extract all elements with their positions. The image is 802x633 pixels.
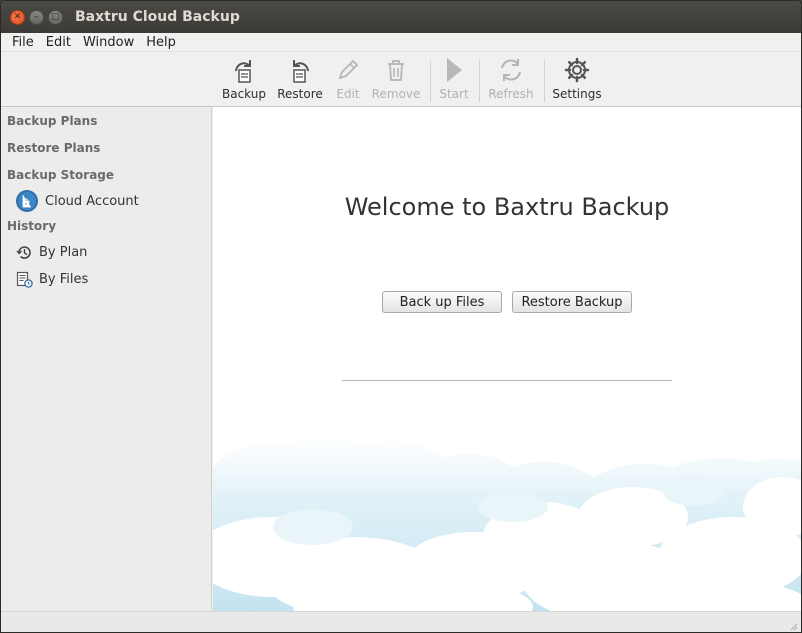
resize-grip-icon[interactable] (788, 621, 798, 631)
cloud-account-icon (15, 189, 39, 213)
play-icon (440, 56, 468, 84)
toolbar: Backup Restore Edit Remove Start Refresh… (1, 52, 801, 107)
remove-label: Remove (371, 87, 421, 101)
welcome-panel: Welcome to Baxtru Backup Back up Files R… (213, 107, 801, 611)
restore-icon (286, 56, 314, 84)
title-bar[interactable]: ✕ – ▢ Baxtru Cloud Backup (1, 1, 801, 33)
sidebar-item-history[interactable]: History (7, 219, 56, 233)
minimize-icon: – (34, 12, 39, 22)
close-window-button[interactable]: ✕ (10, 10, 25, 25)
sidebar-item-by-plan[interactable]: By Plan (16, 244, 87, 261)
toolbar-separator (430, 60, 431, 102)
sidebar-item-backup-plans[interactable]: Backup Plans (7, 114, 97, 128)
settings-button[interactable]: Settings (552, 56, 602, 101)
sidebar-item-restore-plans[interactable]: Restore Plans (7, 141, 100, 155)
sidebar: Backup Plans Restore Plans Backup Storag… (1, 107, 212, 611)
status-bar (1, 611, 801, 632)
toolbar-separator (544, 60, 545, 102)
refresh-button[interactable]: Refresh (487, 56, 535, 101)
menu-window[interactable]: Window (77, 35, 140, 50)
maximize-icon: ▢ (51, 12, 60, 22)
gear-icon (563, 56, 591, 84)
settings-label: Settings (552, 87, 602, 101)
start-label: Start (439, 87, 469, 101)
start-button[interactable]: Start (438, 56, 470, 101)
divider (342, 380, 672, 381)
restore-backup-button[interactable]: Restore Backup (512, 291, 632, 313)
menu-help[interactable]: Help (140, 35, 182, 50)
sidebar-item-backup-storage[interactable]: Backup Storage (7, 168, 114, 182)
maximize-window-button[interactable]: ▢ (48, 10, 63, 25)
menu-file[interactable]: File (6, 35, 40, 50)
clouds-illustration (213, 436, 801, 611)
by-plan-label: By Plan (39, 245, 88, 260)
restore-button[interactable]: Restore (277, 56, 323, 101)
remove-button[interactable]: Remove (372, 56, 420, 101)
menu-bar: File Edit Window Help (1, 33, 801, 52)
history-clock-icon (16, 244, 33, 261)
toolbar-separator (479, 60, 480, 102)
sidebar-item-cloud-account[interactable]: Cloud Account (15, 189, 139, 213)
backup-button[interactable]: Backup (222, 56, 266, 101)
refresh-label: Refresh (488, 87, 534, 101)
trash-icon (382, 56, 410, 84)
edit-button[interactable]: Edit (334, 56, 362, 101)
by-files-label: By Files (39, 272, 89, 287)
edit-label: Edit (336, 87, 360, 101)
sidebar-item-by-files[interactable]: By Files (16, 271, 88, 288)
pencil-icon (334, 56, 362, 84)
restore-label: Restore (277, 87, 323, 101)
file-history-icon (16, 271, 33, 288)
close-icon: ✕ (13, 12, 22, 22)
backup-label: Backup (222, 87, 266, 101)
welcome-heading: Welcome to Baxtru Backup (344, 193, 670, 221)
window-title: Baxtru Cloud Backup (75, 9, 240, 25)
minimize-window-button[interactable]: – (29, 10, 44, 25)
menu-edit[interactable]: Edit (40, 35, 77, 50)
cloud-account-label: Cloud Account (45, 193, 139, 209)
back-up-files-button[interactable]: Back up Files (382, 291, 502, 313)
app-window: ✕ – ▢ Baxtru Cloud Backup File Edit Wind… (0, 0, 802, 633)
backup-icon (230, 56, 258, 84)
refresh-icon (497, 56, 525, 84)
